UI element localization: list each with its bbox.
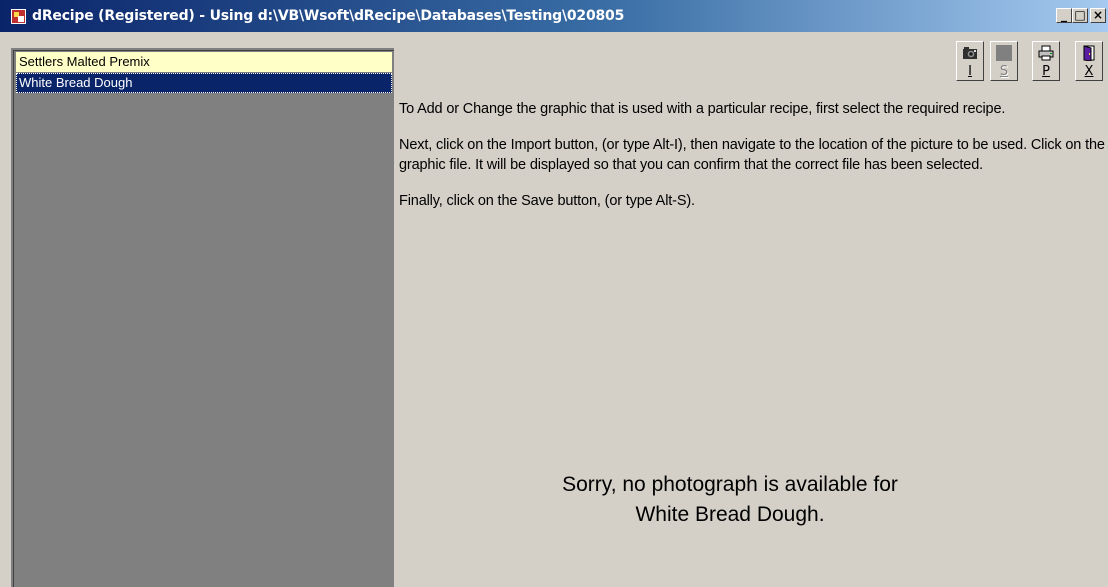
no-photo-message: Sorry, no photograph is available for Wh… <box>562 473 898 526</box>
title-bar[interactable]: dRecipe (Registered) - Using d:\VB\Wsoft… <box>0 0 1108 32</box>
maximize-button[interactable]: □ <box>1072 8 1088 23</box>
maximize-icon: □ <box>1074 8 1086 22</box>
print-button[interactable]: P <box>1032 41 1060 81</box>
instructions-paragraph-3: Finally, click on the Save button, (or t… <box>399 193 695 209</box>
instructions-text: To Add or Change the graphic that is use… <box>399 99 1105 227</box>
save-button[interactable]: S <box>990 41 1018 81</box>
list-item-white-bread-dough[interactable]: White Bread Dough <box>16 73 392 93</box>
close-button[interactable]: × <box>1090 8 1106 23</box>
instructions-paragraph-1: To Add or Change the graphic that is use… <box>399 101 1006 117</box>
print-button-key: P <box>1042 64 1050 79</box>
save-button-key: S <box>999 64 1009 79</box>
minimize-button[interactable]: _ <box>1056 8 1072 23</box>
recipe-list[interactable]: Settlers Malted Premix White Bread Dough <box>11 48 394 587</box>
printer-icon <box>1038 45 1054 61</box>
camera-icon <box>963 47 977 59</box>
save-icon <box>996 45 1012 61</box>
minimize-icon: _ <box>1061 8 1067 22</box>
exit-button[interactable]: X <box>1075 41 1103 81</box>
window-title: dRecipe (Registered) - Using d:\VB\Wsoft… <box>32 8 625 24</box>
list-item-settlers-malted-premix[interactable]: Settlers Malted Premix <box>16 52 392 72</box>
close-icon: × <box>1092 8 1104 22</box>
app-window: dRecipe (Registered) - Using d:\VB\Wsoft… <box>0 0 1108 587</box>
exit-button-key: X <box>1084 64 1094 79</box>
instructions-paragraph-2: Next, click on the Import button, (or ty… <box>399 137 1105 173</box>
import-button[interactable]: I <box>956 41 984 81</box>
import-button-key: I <box>968 64 972 79</box>
recipe-list-frame <box>13 50 394 587</box>
app-icon[interactable] <box>11 9 26 24</box>
exit-door-icon <box>1083 45 1095 61</box>
